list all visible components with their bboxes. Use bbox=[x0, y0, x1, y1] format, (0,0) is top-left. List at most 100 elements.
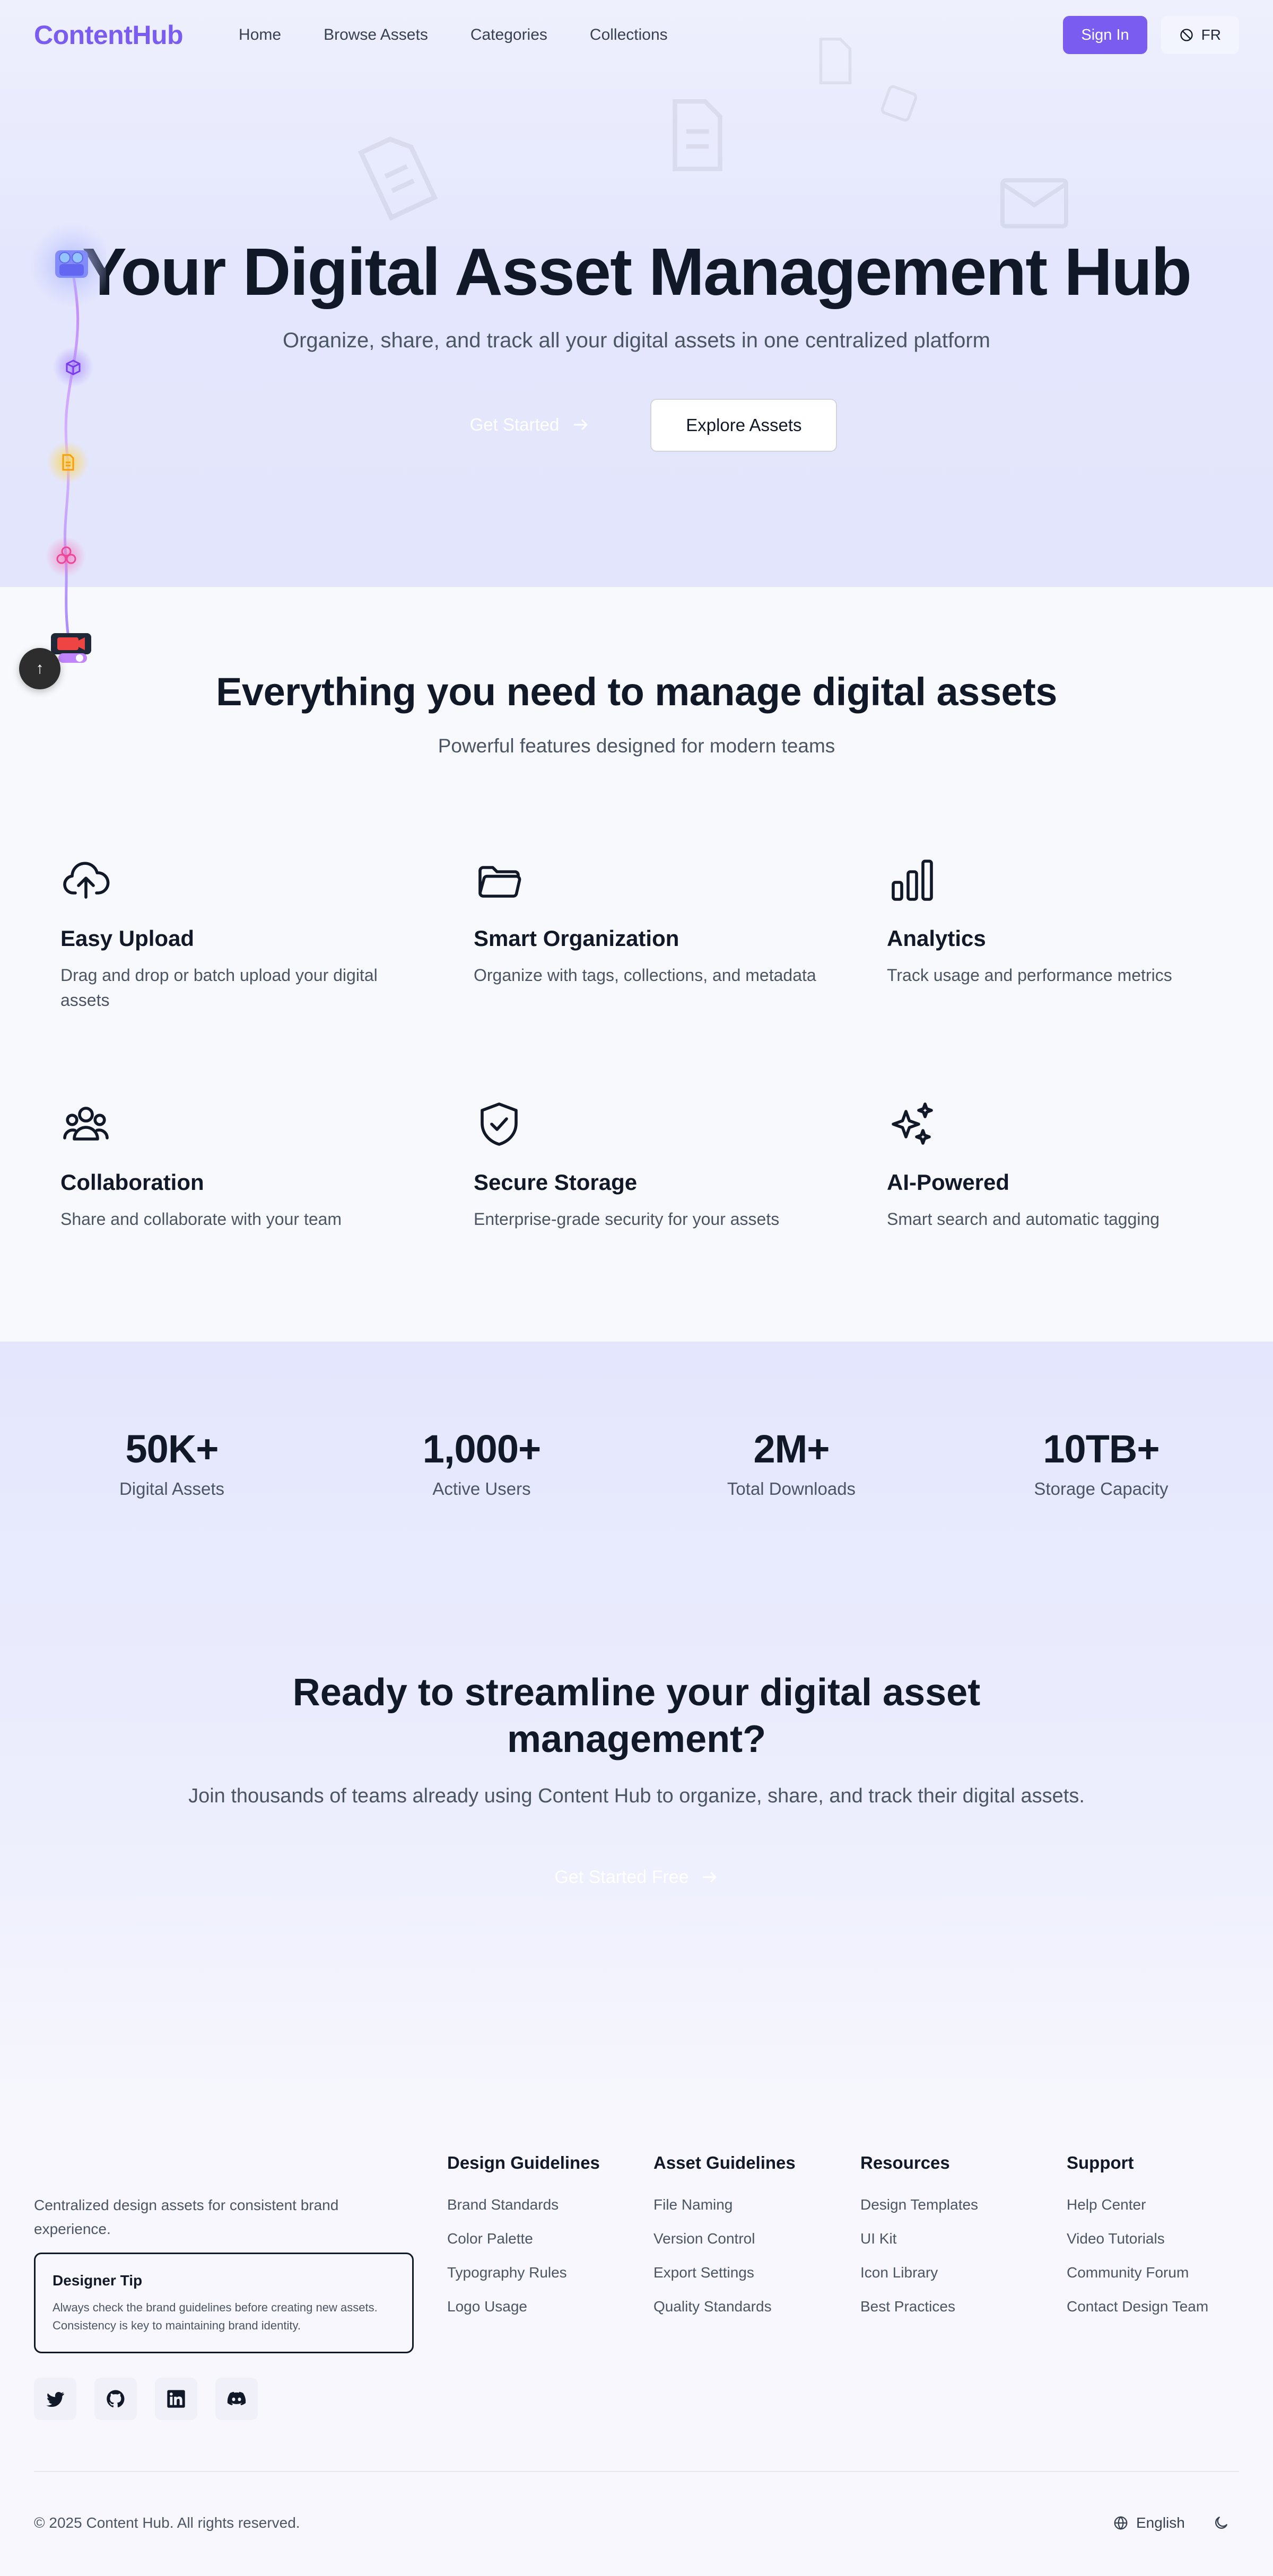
footer-link[interactable]: Video Tutorials bbox=[1067, 2230, 1258, 2248]
nav-links: Home Browse Assets Categories Collection… bbox=[239, 26, 710, 44]
stat-value: 10TB+ bbox=[1043, 1427, 1159, 1471]
stat-storage-capacity: 10TB+ Storage Capacity bbox=[969, 1426, 1234, 1499]
stat-value: 50K+ bbox=[125, 1427, 219, 1471]
document-decor-icon bbox=[673, 99, 722, 171]
cta-title: Ready to streamline your digital asset m… bbox=[292, 1671, 981, 1760]
footer-column-title: Design Guidelines bbox=[447, 2153, 600, 2172]
footer-column-title: Resources bbox=[860, 2153, 950, 2172]
get-started-label: Get Started bbox=[469, 415, 560, 434]
footer-column-support: Support Help Center Video Tutorials Comm… bbox=[1067, 2153, 1258, 2332]
footer-language-selector[interactable]: English bbox=[1113, 2514, 1185, 2531]
stat-digital-assets: 50K+ Digital Assets bbox=[39, 1426, 304, 1499]
cta-subtitle: Join thousands of teams already using Co… bbox=[188, 1785, 1085, 1807]
footer-link[interactable]: Best Practices bbox=[860, 2298, 1051, 2316]
footer-link[interactable]: Icon Library bbox=[860, 2264, 1051, 2282]
footer-link[interactable]: Community Forum bbox=[1067, 2264, 1258, 2282]
arrow-right-icon bbox=[574, 419, 588, 431]
stat-label: Digital Assets bbox=[119, 1479, 225, 1499]
github-link[interactable] bbox=[94, 2378, 137, 2420]
footer-link[interactable]: Brand Standards bbox=[447, 2196, 638, 2214]
stat-value: 1,000+ bbox=[422, 1427, 541, 1471]
nav-link-collections[interactable]: Collections bbox=[590, 26, 668, 44]
discord-link[interactable] bbox=[215, 2378, 258, 2420]
tip-body: Always check the brand guidelines before… bbox=[53, 2301, 378, 2332]
feature-description: Smart search and automatic tagging bbox=[887, 1210, 1160, 1229]
get-started-free-button[interactable]: Get Started Free bbox=[533, 1856, 739, 1898]
bar-chart-icon bbox=[892, 860, 933, 901]
feature-card-collaboration: Collaboration Share and collaborate with… bbox=[60, 1099, 411, 1232]
image-stack-icon[interactable] bbox=[55, 250, 88, 278]
get-started-button[interactable]: Get Started bbox=[436, 399, 624, 451]
nav-link-home[interactable]: Home bbox=[239, 26, 281, 44]
footer-link[interactable]: Logo Usage bbox=[447, 2298, 638, 2316]
twitter-link[interactable] bbox=[34, 2378, 76, 2420]
stat-total-downloads: 2M+ Total Downloads bbox=[659, 1426, 924, 1499]
feature-description: Drag and drop or batch upload your digit… bbox=[60, 966, 378, 1010]
feature-card-analytics: Analytics Track usage and performance me… bbox=[887, 855, 1237, 988]
footer-link[interactable]: Version Control bbox=[653, 2230, 844, 2248]
feature-title: Smart Organization bbox=[474, 926, 679, 951]
social-links bbox=[34, 2378, 258, 2420]
stat-label: Storage Capacity bbox=[1034, 1479, 1169, 1499]
feature-title: Analytics bbox=[887, 926, 986, 951]
arrow-right-icon bbox=[702, 1871, 717, 1883]
footer-link[interactable]: Export Settings bbox=[653, 2264, 844, 2282]
feature-title: Collaboration bbox=[60, 1170, 204, 1195]
globe-slash-icon bbox=[1180, 29, 1193, 41]
twitter-icon bbox=[46, 2391, 64, 2407]
sign-in-button[interactable]: Sign In bbox=[1063, 16, 1147, 54]
copyright-text: © 2025 Content Hub. All rights reserved. bbox=[34, 2514, 300, 2531]
feature-description: Share and collaborate with your team bbox=[60, 1210, 342, 1229]
sparkles-icon bbox=[892, 1102, 933, 1145]
features-subtitle: Powerful features designed for modern te… bbox=[438, 735, 835, 757]
stat-label: Active Users bbox=[432, 1479, 531, 1499]
language-toggle-button[interactable]: FR bbox=[1161, 16, 1239, 54]
footer-column-title: Asset Guidelines bbox=[653, 2153, 796, 2172]
footer-link[interactable]: Help Center bbox=[1067, 2196, 1258, 2214]
linkedin-icon bbox=[167, 2390, 185, 2408]
footer-link[interactable]: Typography Rules bbox=[447, 2264, 638, 2282]
footer-divider bbox=[34, 2471, 1239, 2472]
logo[interactable]: ContentHub bbox=[34, 20, 184, 50]
linkedin-link[interactable] bbox=[155, 2378, 197, 2420]
hero-title: Your Digital Asset Management Hub bbox=[82, 234, 1192, 309]
feature-title: Easy Upload bbox=[60, 926, 195, 951]
arrow-up-icon: ↑ bbox=[36, 660, 44, 677]
designer-tip-card: Designer Tip Always check the brand guid… bbox=[34, 2253, 414, 2353]
footer-link[interactable]: Contact Design Team bbox=[1067, 2298, 1258, 2316]
github-icon bbox=[107, 2390, 125, 2407]
stat-active-users: 1,000+ Active Users bbox=[349, 1426, 614, 1499]
explore-assets-button[interactable]: Explore Assets bbox=[650, 399, 838, 452]
footer-column-asset-guidelines: Asset Guidelines File Naming Version Con… bbox=[653, 2153, 844, 2332]
cta-button-row: Get Started Free bbox=[0, 1856, 1273, 1898]
nav-link-categories[interactable]: Categories bbox=[470, 26, 547, 44]
get-started-free-label: Get Started Free bbox=[554, 1867, 689, 1887]
feature-card-ai-powered: AI-Powered Smart search and automatic ta… bbox=[887, 1099, 1237, 1232]
discord-icon bbox=[227, 2391, 246, 2406]
footer-link[interactable]: Color Palette bbox=[447, 2230, 638, 2248]
feature-card-easy-upload: Easy Upload Drag and drop or batch uploa… bbox=[60, 855, 411, 1013]
timeline-progress-knob bbox=[76, 654, 83, 662]
feature-description: Enterprise-grade security for your asset… bbox=[474, 1210, 780, 1229]
footer-link[interactable]: UI Kit bbox=[860, 2230, 1051, 2248]
video-icon[interactable] bbox=[51, 633, 91, 654]
feature-description: Track usage and performance metrics bbox=[887, 966, 1172, 985]
footer-description: Centralized design assets for consistent… bbox=[34, 2197, 339, 2237]
footer-column-resources: Resources Design Templates UI Kit Icon L… bbox=[860, 2153, 1051, 2332]
footer-link[interactable]: File Naming bbox=[653, 2196, 844, 2214]
cloud-upload-icon bbox=[63, 862, 110, 899]
hero-buttons: Get Started Explore Assets bbox=[0, 399, 1273, 452]
users-icon bbox=[63, 1107, 109, 1141]
asset-timeline-widget bbox=[29, 223, 106, 663]
footer-link[interactable]: Design Templates bbox=[860, 2196, 1051, 2214]
globe-icon bbox=[1114, 2516, 1128, 2530]
square-decor-icon bbox=[880, 85, 918, 122]
hero-subtitle: Organize, share, and track all your digi… bbox=[282, 329, 990, 352]
nav-link-browse-assets[interactable]: Browse Assets bbox=[324, 26, 428, 44]
theme-toggle-button[interactable] bbox=[1213, 2514, 1230, 2531]
scroll-to-top-button[interactable]: ↑ bbox=[19, 648, 60, 689]
mail-decor-icon bbox=[1000, 178, 1068, 229]
footer-column-design-guidelines: Design Guidelines Brand Standards Color … bbox=[447, 2153, 638, 2332]
feature-card-secure-storage: Secure Storage Enterprise-grade security… bbox=[474, 1099, 824, 1232]
footer-link[interactable]: Quality Standards bbox=[653, 2298, 844, 2316]
